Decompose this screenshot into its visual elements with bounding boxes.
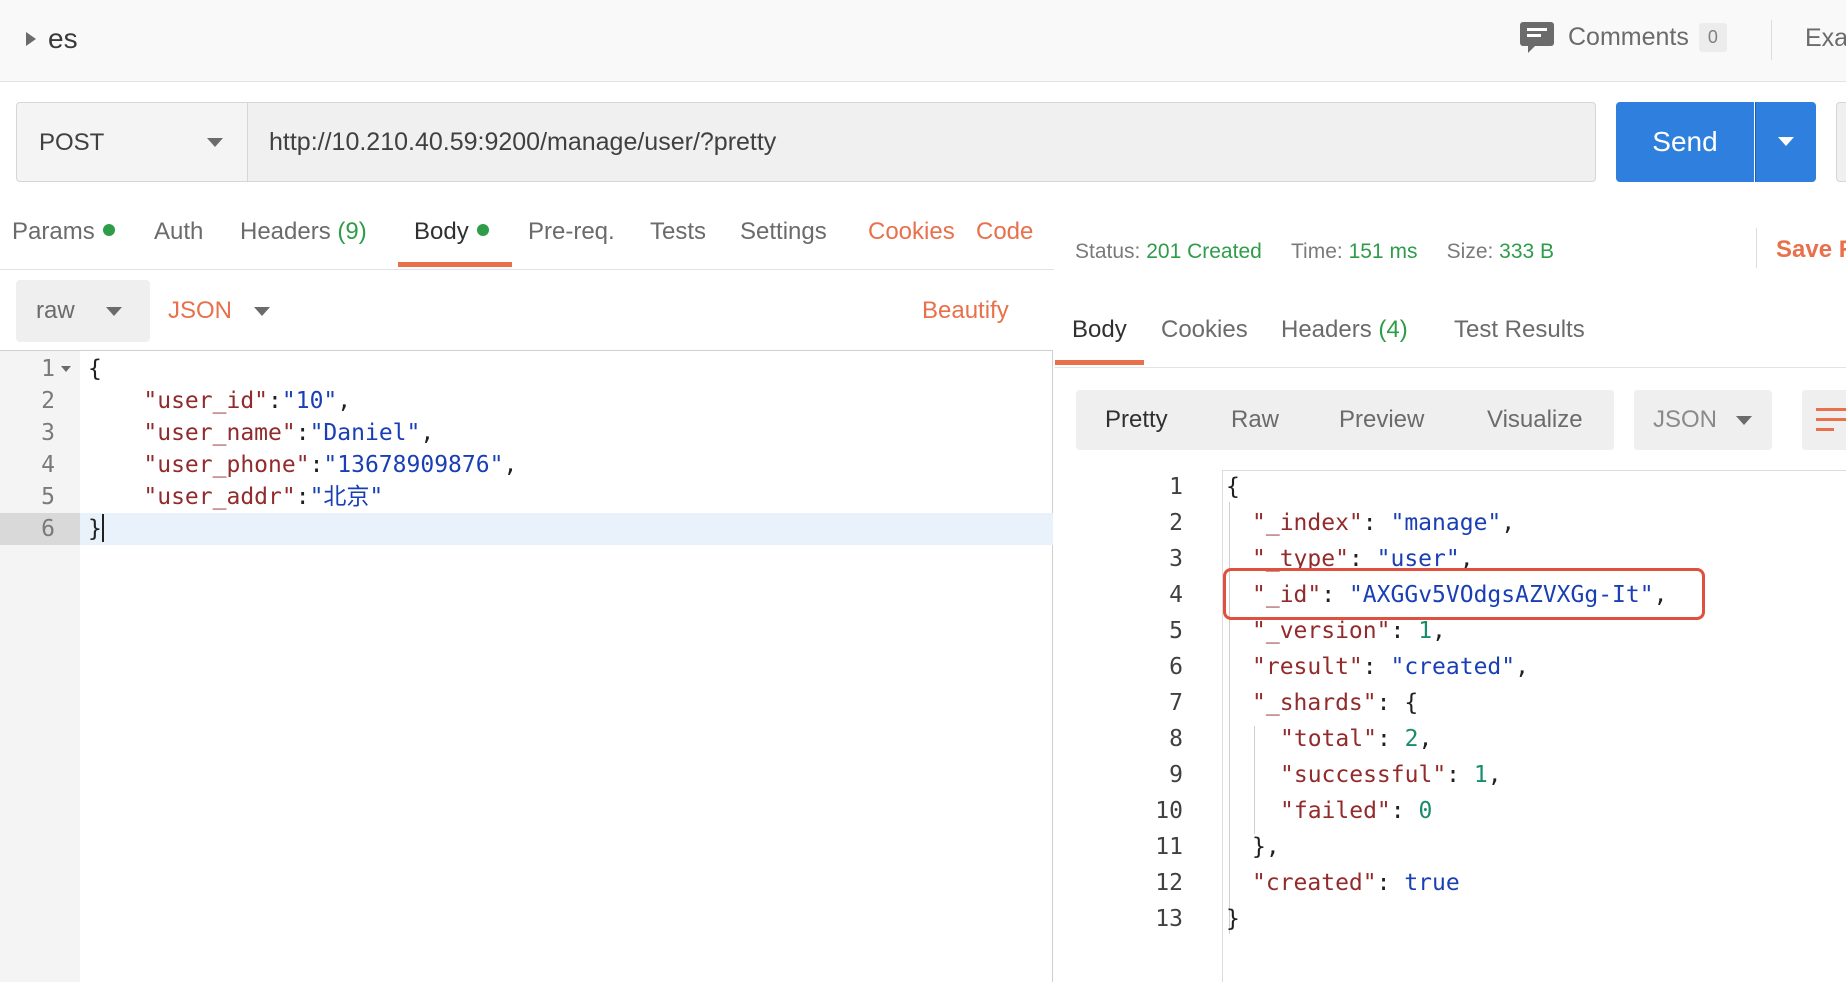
- status-dot-icon: [102, 224, 115, 236]
- chevron-down-icon: [1736, 416, 1752, 425]
- divider: [1756, 228, 1757, 268]
- view-preview[interactable]: Preview: [1339, 406, 1424, 434]
- url-input[interactable]: [247, 102, 1596, 182]
- size-value: 333 B: [1499, 240, 1555, 263]
- time-value: 151 ms: [1348, 240, 1418, 263]
- status-dot-icon: [476, 224, 489, 236]
- method-label: POST: [39, 129, 105, 156]
- top-bar: es Comments 0 Exa: [0, 0, 1846, 82]
- caret-right-icon[interactable]: [26, 32, 36, 46]
- send-dropdown-button[interactable]: [1755, 102, 1816, 182]
- examples-button[interactable]: Exa: [1805, 24, 1846, 53]
- response-line: 12 "created": true: [1155, 870, 1460, 896]
- tab-response-headers[interactable]: Headers (4): [1281, 316, 1408, 344]
- comments-button[interactable]: Comments 0: [1520, 22, 1727, 53]
- tab-auth[interactable]: Auth: [154, 218, 203, 246]
- code-link[interactable]: Code: [976, 218, 1033, 246]
- send-button[interactable]: Send: [1616, 102, 1754, 182]
- response-meta: Status: 201 Created Time: 151 ms Size: 3…: [1075, 240, 1555, 263]
- wrap-lines-button[interactable]: [1802, 390, 1846, 450]
- code-line: 1 {: [41, 356, 102, 382]
- save-response-button[interactable]: Save R: [1776, 236, 1846, 264]
- active-tab-underline: [398, 262, 512, 267]
- code-line: 5 "user_addr":"北京": [41, 484, 384, 510]
- text-cursor: [101, 514, 104, 542]
- tab-params[interactable]: Params: [12, 218, 115, 246]
- collection-name[interactable]: es: [48, 23, 78, 55]
- response-line: 2 "_index": "manage",: [1169, 510, 1516, 536]
- request-tabs: Params Auth Headers (9) Body Pre-req. Te…: [0, 204, 1054, 270]
- chevron-down-icon: [1778, 137, 1794, 146]
- chevron-down-icon: [207, 138, 223, 147]
- response-line: 6 "result": "created",: [1169, 654, 1529, 680]
- comments-label: Comments: [1568, 22, 1689, 51]
- view-pretty[interactable]: Pretty: [1105, 406, 1168, 434]
- tab-test-results[interactable]: Test Results: [1454, 316, 1585, 344]
- save-button[interactable]: [1836, 102, 1846, 182]
- body-mode-select[interactable]: raw: [16, 280, 150, 342]
- body-format-label: JSON: [168, 297, 233, 324]
- view-raw[interactable]: Raw: [1231, 406, 1279, 434]
- comment-icon: [1520, 22, 1554, 53]
- id-highlight-box: [1223, 568, 1705, 620]
- method-select[interactable]: POST: [16, 102, 248, 182]
- request-body-editor[interactable]: 1 { 2 "user_id":"10", 3 "user_name":"Dan…: [0, 350, 1053, 982]
- tab-response-cookies[interactable]: Cookies: [1161, 316, 1248, 344]
- response-line: 11 },: [1155, 834, 1280, 860]
- body-mode-label: raw: [36, 297, 75, 324]
- response-line: 13 }: [1155, 906, 1240, 932]
- tab-settings[interactable]: Settings: [740, 218, 827, 246]
- response-tabs: Body Cookies Headers (4) Test Results: [1055, 302, 1846, 368]
- chevron-down-icon: [106, 307, 122, 316]
- tab-prereq[interactable]: Pre-req.: [528, 218, 615, 246]
- tab-headers[interactable]: Headers (9): [240, 218, 367, 246]
- code-line: 2 "user_id":"10",: [41, 388, 352, 414]
- tab-tests[interactable]: Tests: [650, 218, 706, 246]
- response-line: 10 "failed": 0: [1155, 798, 1433, 824]
- active-tab-underline: [1055, 360, 1144, 365]
- code-line: 4 "user_phone":"13678909876",: [41, 452, 518, 478]
- beautify-link[interactable]: Beautify: [922, 297, 1009, 325]
- code-line: 3 "user_name":"Daniel",: [41, 420, 435, 446]
- tab-response-body[interactable]: Body: [1072, 316, 1127, 344]
- tab-body[interactable]: Body: [414, 218, 489, 246]
- response-line: 9 "successful": 1,: [1169, 762, 1502, 788]
- response-format-label: JSON: [1653, 406, 1718, 433]
- cookies-link[interactable]: Cookies: [868, 218, 955, 246]
- response-format-select[interactable]: JSON: [1634, 390, 1772, 450]
- response-line: 1 {: [1169, 474, 1240, 500]
- response-view-toggle: Pretty Raw Preview Visualize: [1076, 390, 1614, 450]
- view-visualize[interactable]: Visualize: [1487, 406, 1583, 434]
- response-line: 8 "total": 2,: [1169, 726, 1433, 752]
- code-line-active: 6 }: [0, 513, 1053, 545]
- top-divider: [1771, 20, 1772, 60]
- comments-count-badge: 0: [1698, 22, 1727, 52]
- fold-caret-icon[interactable]: [61, 366, 71, 372]
- response-line: 7 "_shards": {: [1169, 690, 1419, 716]
- status-value: 201 Created: [1146, 240, 1262, 263]
- chevron-down-icon: [254, 307, 270, 316]
